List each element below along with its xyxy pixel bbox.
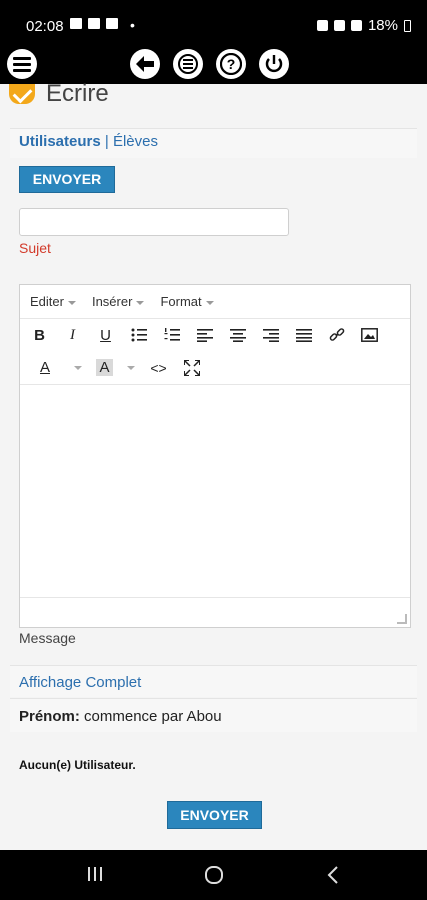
alarm-icon [316,20,328,31]
numbered-list-icon[interactable] [162,326,181,345]
link-separator: | [104,133,109,150]
recipients-links: Utilisateurs | Élèves [10,128,417,158]
filter-value: commence par Abou [84,708,222,725]
battery-percent: 18% [367,17,398,34]
send-button-bottom[interactable]: ENVOYER [167,801,262,829]
menu-edit-label: Editer [30,294,64,309]
chevron-down-icon [136,300,145,305]
status-time: 02:08 [26,18,64,35]
justify-icon[interactable] [294,326,313,345]
chevron-down-icon[interactable] [74,365,82,370]
help-icon[interactable]: ? [216,49,246,79]
page-header: Ecrire [0,80,427,120]
students-link[interactable]: Élèves [113,133,158,150]
editor-menubar: Editer Insérer Format [20,285,410,319]
subject-label: Sujet [19,240,51,256]
menu-icon[interactable] [7,49,37,79]
menu-format[interactable]: Format [160,294,214,309]
text-color-icon[interactable]: A [30,358,60,377]
chevron-down-icon [205,300,214,305]
background-color-icon[interactable]: A [96,359,113,376]
full-display-row: Affichage Complet [10,665,417,697]
underline-icon[interactable]: U [96,326,115,345]
home-icon[interactable] [204,866,224,889]
app-bar: ? [0,44,427,84]
chevron-down-icon[interactable] [127,365,135,370]
editor-toolbar-row2: A A <> [20,351,410,385]
signal-icon [350,20,362,31]
message-label: Message [19,630,76,646]
back-icon[interactable] [130,49,160,79]
menu-format-label: Format [160,294,202,309]
image-icon[interactable] [360,326,379,345]
mail-notification-icon [88,18,100,29]
list-icon[interactable] [173,49,203,79]
page-title: Ecrire [46,80,109,107]
users-link[interactable]: Utilisateurs [19,133,101,150]
firstname-filter-row: Prénom: commence par Abou [10,698,417,732]
italic-icon[interactable]: I [63,326,82,345]
menu-insert-label: Insérer [91,294,133,309]
image-notification-icon [70,18,82,29]
align-left-icon[interactable] [195,326,214,345]
status-bar: 02:08 • 18% [0,0,427,44]
envelope-icon [9,84,35,104]
more-notifications-dot: • [130,17,135,33]
chevron-down-icon [67,300,76,305]
text-color-glyph: A [39,359,50,376]
bold-icon[interactable]: B [30,326,49,345]
network-icon [333,20,345,31]
align-center-icon[interactable] [228,326,247,345]
link-icon[interactable] [327,326,346,345]
notification-icons [70,18,118,29]
system-icons: 18% [316,17,411,34]
system-navigation-bar [0,850,427,900]
send-button-top[interactable]: ENVOYER [19,166,115,193]
battery-icon [404,19,411,32]
fullscreen-icon[interactable] [182,358,201,377]
recent-apps-icon[interactable] [87,866,103,887]
menu-insert[interactable]: Insérer [91,294,145,309]
menu-edit[interactable]: Editer [30,294,76,309]
editor-content[interactable] [20,387,410,597]
rich-text-editor: Editer Insérer Format B I U A A <> [19,284,411,628]
download-notification-icon [106,18,118,29]
editor-statusbar [20,597,410,627]
editor-toolbar-row1: B I U [20,319,410,351]
subject-input[interactable] [19,208,289,236]
source-code-icon[interactable]: <> [149,358,168,377]
full-display-link[interactable]: Affichage Complet [19,674,141,691]
bullet-list-icon[interactable] [129,326,148,345]
background-color-glyph: A [99,359,110,376]
filter-label: Prénom: [19,708,80,725]
align-right-icon[interactable] [261,326,280,345]
svg-text:?: ? [227,56,236,72]
resize-handle-icon[interactable] [397,614,407,624]
power-icon[interactable] [259,49,289,79]
no-user-message: Aucun(e) Utilisateur. [19,758,136,772]
back-nav-icon[interactable] [327,866,339,889]
